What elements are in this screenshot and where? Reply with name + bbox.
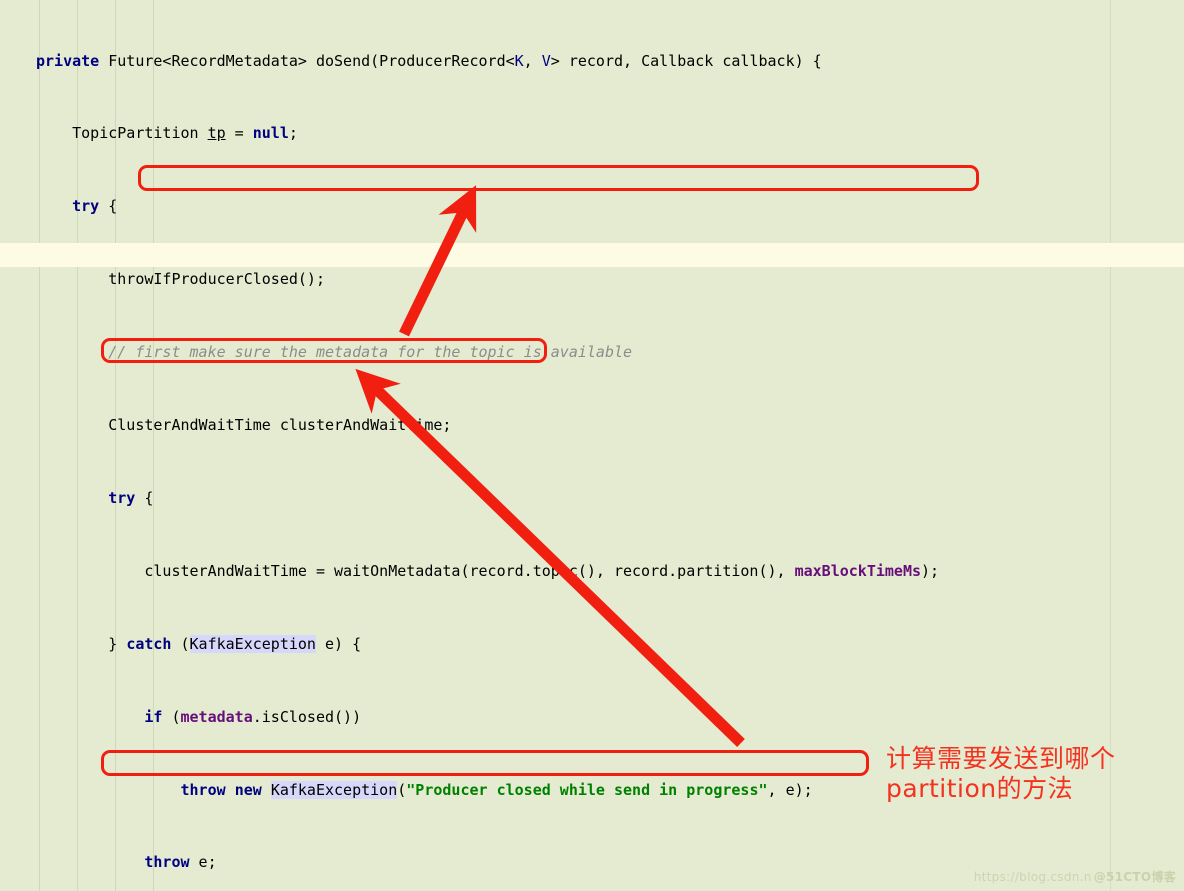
watermark-url: https://blog.csdn.n (973, 870, 1092, 884)
code-line: if (metadata.isClosed()) (144, 707, 362, 726)
code-screenshot: private Future<RecordMetadata> doSend(Pr… (0, 0, 1184, 891)
partition-method-note: 计算需要发送到哪个partition的方法 (886, 744, 1116, 803)
code-line: clusterAndWaitTime = waitOnMetadata(reco… (36, 561, 940, 580)
code-line: throwIfProducerClosed(); (36, 270, 325, 289)
code-line: // first make sure the metadata for the … (108, 343, 633, 362)
code-line: ClusterAndWaitTime clusterAndWaitTime; (36, 416, 452, 435)
watermark: https://blog.csdn.n @51CTO博客 (974, 868, 1176, 885)
code-line: } catch (KafkaException e) { (36, 634, 362, 653)
code-line: private Future<RecordMetadata> doSend(Pr… (36, 51, 822, 70)
watermark-logo: @51CTO博客 (1093, 870, 1176, 884)
code-line: TopicPartition tp = null; (36, 124, 298, 143)
code-line: try { (108, 488, 154, 507)
code-line: try { (72, 197, 118, 216)
